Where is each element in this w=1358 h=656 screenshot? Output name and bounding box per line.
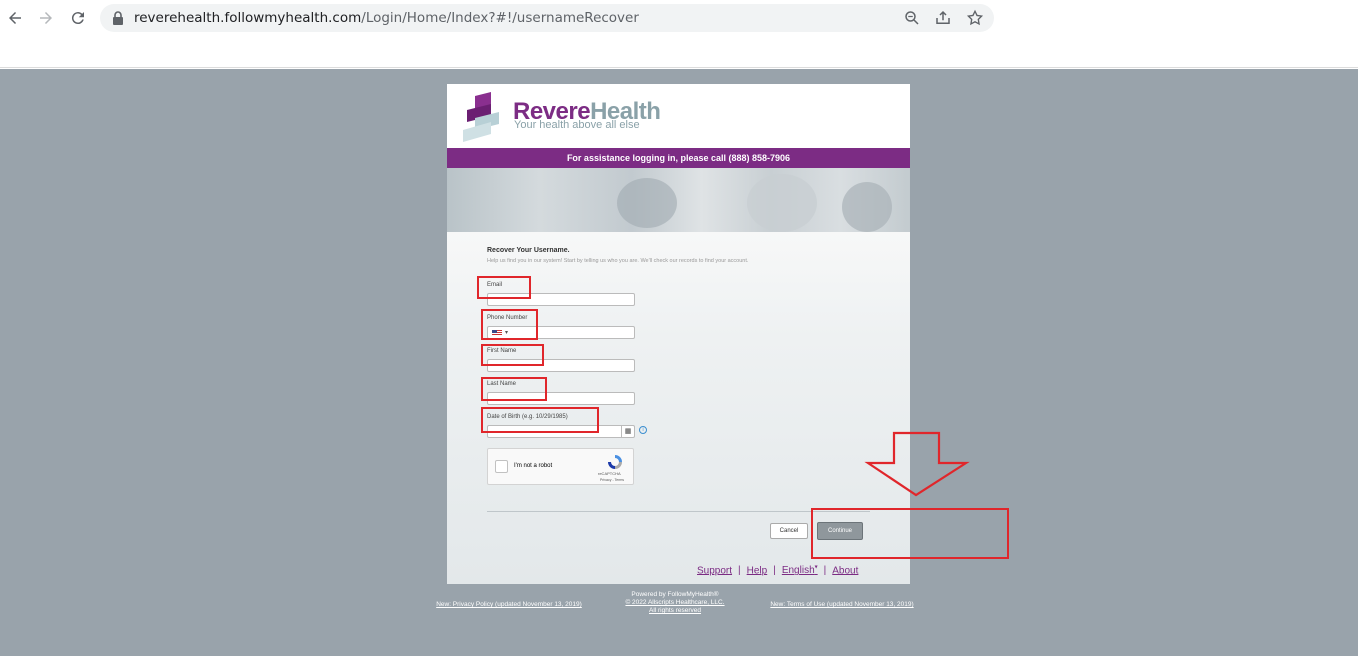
footer-separator: | [738, 565, 741, 577]
annotation-arrow-down-icon [864, 431, 970, 497]
recaptcha-logo-icon [608, 455, 622, 469]
url-host: reverehealth.followmyhealth.com [134, 10, 362, 26]
language-label: English [781, 565, 815, 577]
bookmark-star-icon[interactable] [966, 9, 984, 27]
language-caret-icon: ▾ [814, 565, 818, 571]
revere-health-logo-icon [463, 92, 499, 142]
brand-tagline: Your health above all else [514, 119, 640, 131]
powered-by-text: Powered by FollowMyHealth® [631, 591, 719, 598]
url-text: reverehealth.followmyhealth.com/Login/Ho… [134, 10, 639, 26]
info-icon[interactable]: i [639, 426, 647, 434]
privacy-policy-notice: New: Privacy Policy (updated November 13… [434, 601, 584, 609]
terms-of-use-notice: New: Terms of Use (updated November 13, … [768, 601, 916, 609]
footer-separator: | [823, 565, 827, 577]
footer-links: Support | Help | English▾ | About [697, 564, 858, 576]
calendar-icon[interactable]: ▦ [621, 426, 634, 437]
recaptcha-widget: I'm not a robot reCAPTCHA Privacy - Term… [487, 448, 634, 485]
terms-of-use-link[interactable]: New: Terms of Use (updated November 13, … [770, 601, 913, 608]
recaptcha-terms[interactable]: Privacy - Terms [600, 478, 624, 482]
recaptcha-brand: reCAPTCHA [598, 471, 621, 476]
about-link[interactable]: About [832, 565, 858, 576]
lock-icon [113, 11, 123, 25]
support-link[interactable]: Support [697, 565, 732, 576]
url-path: /Login/Home/Index?#!/usernameRecover [361, 10, 639, 26]
annotation-box-email [477, 276, 531, 299]
annotation-box-dob [481, 407, 599, 433]
copyright-link[interactable]: © 2022 Allscripts Healthcare, LLC. [625, 599, 724, 606]
language-link[interactable]: English▾ [782, 565, 818, 576]
powered-by-block: Powered by FollowMyHealth® © 2022 Allscr… [610, 591, 740, 615]
logo-header: RevereHealth Your health above all else [447, 84, 910, 148]
reload-icon[interactable] [66, 6, 90, 30]
rights-link[interactable]: All rights reserved [649, 607, 701, 614]
annotation-box-continue [811, 508, 1009, 559]
help-link[interactable]: Help [747, 565, 768, 576]
annotation-box-phone [481, 309, 538, 340]
form-title: Recover Your Username. [487, 247, 570, 254]
page-background: RevereHealth Your health above all else … [0, 69, 1358, 656]
share-icon[interactable] [934, 9, 952, 27]
address-bar[interactable]: reverehealth.followmyhealth.com/Login/Ho… [100, 4, 994, 32]
recaptcha-label: I'm not a robot [514, 463, 553, 469]
footer-separator: | [773, 565, 776, 577]
recaptcha-checkbox[interactable] [495, 460, 508, 473]
annotation-box-last-name [481, 377, 547, 401]
annotation-box-first-name [481, 344, 544, 366]
assistance-banner: For assistance logging in, please call (… [447, 148, 910, 168]
back-icon[interactable] [3, 6, 27, 30]
privacy-policy-link[interactable]: New: Privacy Policy (updated November 13… [436, 601, 582, 608]
hero-photo [447, 168, 910, 232]
browser-toolbar: reverehealth.followmyhealth.com/Login/Ho… [0, 0, 1358, 68]
cancel-button[interactable]: Cancel [770, 523, 808, 539]
zoom-icon[interactable] [903, 9, 921, 27]
forward-icon[interactable] [34, 6, 58, 30]
form-subtitle: Help us find you in our system! Start by… [487, 258, 749, 264]
